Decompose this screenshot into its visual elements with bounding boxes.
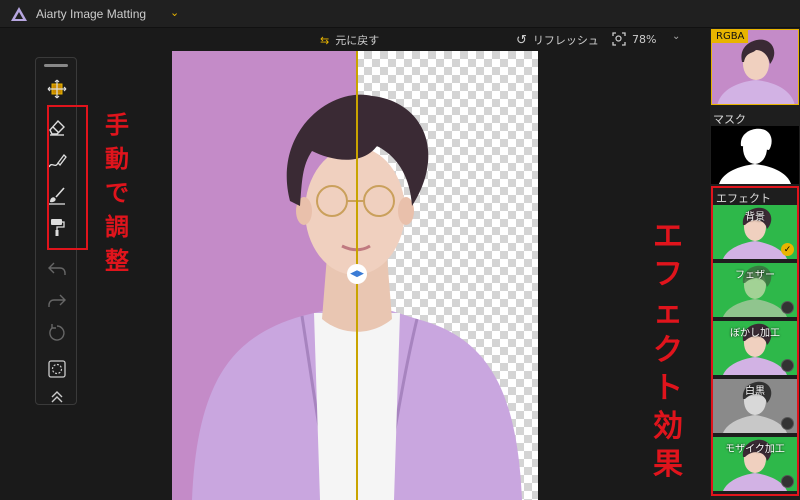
move-icon <box>47 79 67 99</box>
effect-feather[interactable]: フェザー <box>713 263 797 317</box>
refresh-label: リフレッシュ <box>532 34 599 47</box>
effect-blur-label: ぼかし加工 <box>730 328 780 339</box>
reset-icon <box>49 324 65 341</box>
effect-annotation: エ フ ェ ク ト 効 果 <box>653 219 683 482</box>
manual-adjust-highlight <box>47 105 88 250</box>
redo-icon <box>48 294 66 307</box>
refresh-button[interactable]: ↺ リフレッシュ <box>516 32 599 48</box>
effect-monochrome[interactable]: 白黒 <box>713 379 797 433</box>
effect-monochrome-radio[interactable] <box>781 417 794 430</box>
collapse-icon <box>51 391 63 403</box>
effect-mosaic-radio[interactable] <box>781 475 794 488</box>
select-icon <box>48 360 66 378</box>
zoom-icon <box>612 32 626 46</box>
select-region-button[interactable] <box>44 356 70 382</box>
zoom-chevron-down-icon[interactable]: ⌄ <box>672 31 680 42</box>
split-handle-icon[interactable]: ◀▶ <box>347 264 367 284</box>
undo-original-label: 元に戻す <box>335 34 380 47</box>
selected-check-icon: ✓ <box>781 243 794 256</box>
redo-button[interactable] <box>44 288 70 314</box>
effect-feather-label: フェザー <box>735 270 775 281</box>
reset-button[interactable] <box>44 320 70 346</box>
effect-background[interactable]: 背景 ✓ <box>713 205 797 259</box>
effect-mosaic-label: モザイク加工 <box>725 444 785 455</box>
image-canvas[interactable]: ◀▶ <box>172 51 538 500</box>
collapse-button[interactable] <box>44 384 70 410</box>
canvas-toolbar: ⇆ 元に戻す ↺ リフレッシュ 78% ⌄ <box>170 28 710 50</box>
title-bar: Aiarty Image Matting ⌄ <box>0 0 800 28</box>
swap-arrows-icon: ⇆ <box>320 33 330 47</box>
refresh-icon: ↺ <box>516 32 527 48</box>
zoom-level: 78% <box>632 32 657 46</box>
effect-blur[interactable]: ぼかし加工 <box>713 321 797 375</box>
app-logo-icon <box>11 7 27 21</box>
mask-label: マスク <box>713 113 746 126</box>
effects-label: エフェクト <box>716 192 771 205</box>
effect-feather-radio[interactable] <box>781 301 794 314</box>
undo-original-button[interactable]: ⇆ 元に戻す <box>320 32 379 48</box>
move-tool[interactable] <box>44 76 70 102</box>
undo-icon <box>48 262 66 275</box>
effect-background-label: 背景 <box>745 212 765 223</box>
manual-adjust-annotation: 手 動 で 調 整 <box>105 111 129 275</box>
mask-thumbnail[interactable] <box>711 126 799 184</box>
effect-monochrome-label: 白黒 <box>745 386 765 397</box>
zoom-control[interactable]: 78% <box>612 32 656 46</box>
effect-mosaic[interactable]: モザイク加工 <box>713 437 797 491</box>
undo-button[interactable] <box>44 256 70 282</box>
app-title: Aiarty Image Matting <box>36 7 147 21</box>
chevron-down-icon[interactable]: ⌄ <box>170 6 179 19</box>
toolbar-grip[interactable] <box>44 64 68 67</box>
effect-blur-radio[interactable] <box>781 359 794 372</box>
rgba-label: RGBA <box>712 30 749 43</box>
mask-preview <box>719 128 791 184</box>
